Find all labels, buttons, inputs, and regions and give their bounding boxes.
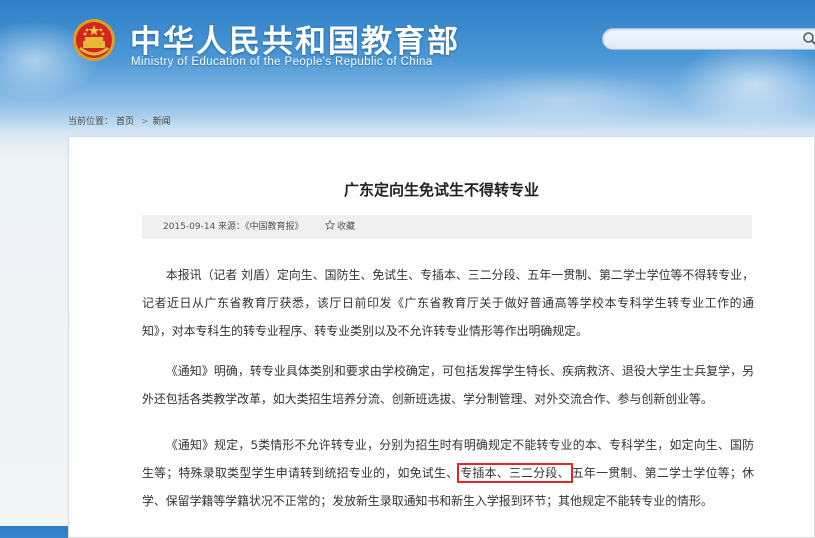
article-meta-bar: 2015-09-14 来源：《中国教育报》 收藏: [142, 215, 752, 239]
article-date: 2015-09-14: [163, 222, 216, 232]
national-emblem-icon: [73, 19, 115, 61]
favorite-button[interactable]: 收藏: [325, 215, 355, 239]
breadcrumb-home-link[interactable]: 首页: [116, 117, 134, 127]
search-input[interactable]: [613, 31, 797, 49]
site-title[interactable]: 中华人民共和国教育部: [130, 16, 460, 61]
breadcrumb-news-link[interactable]: 新闻: [153, 117, 171, 127]
breadcrumb-label: 当前位置：: [68, 117, 114, 127]
header-decoration: [675, 40, 815, 130]
article-paragraph: 本报讯（记者 刘盾）定向生、国防生、免试生、专插本、三二分段、五年一贯制、第二学…: [142, 268, 754, 338]
star-icon: [325, 220, 335, 230]
article-title: 广东定向生免试生不得转专业: [343, 181, 539, 199]
breadcrumb: 当前位置： 首页 > 新闻: [68, 114, 174, 127]
breadcrumb-separator: >: [141, 117, 149, 127]
search-icon[interactable]: [802, 31, 815, 47]
article-paragraph: 《通知》明确，转专业具体类别和要求由学校确定，可包括发挥学生特长、疾病救济、退役…: [142, 364, 754, 406]
favorite-label: 收藏: [337, 222, 356, 232]
article-source: 来源：《中国教育报》: [218, 222, 304, 232]
header-decoration: [440, 70, 680, 130]
article-card: 广东定向生免试生不得转专业 2015-09-14 来源：《中国教育报》 收藏 本…: [68, 136, 815, 538]
site-subtitle: Ministry of Education of the People's Re…: [131, 56, 433, 68]
search-box[interactable]: [602, 28, 815, 50]
article-paragraph: 《通知》规定，5类情形不允许转专业，分别为招生时有明确规定不能转专业的本、专科学…: [142, 431, 754, 515]
highlighted-text: 专插本、三二分段、: [457, 463, 573, 483]
